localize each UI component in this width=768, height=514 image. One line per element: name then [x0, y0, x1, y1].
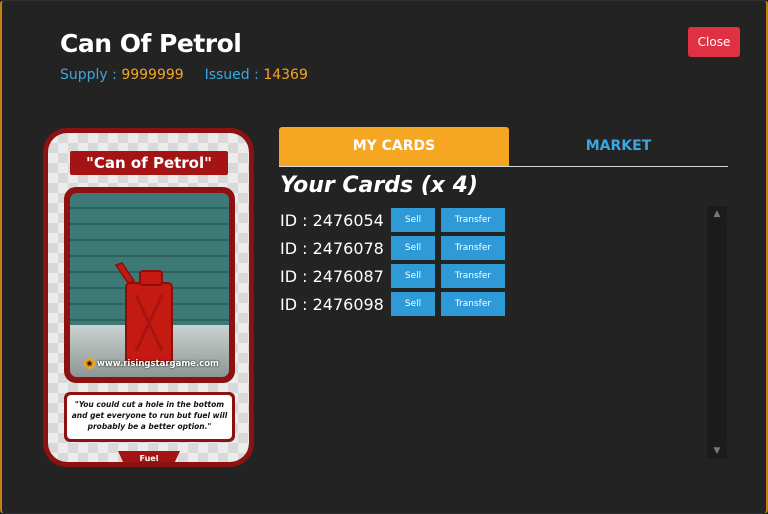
card-id: ID : 2476054: [280, 210, 384, 230]
card-detail-modal: Can Of Petrol Supply : 9999999 Issued : …: [0, 0, 768, 514]
card-id: ID : 2476087: [280, 266, 384, 286]
watermark: ★ www.risingstargame.com: [84, 358, 219, 369]
sell-button[interactable]: Sell: [391, 208, 435, 232]
card-face: "Can of Petrol" ★ www.risingstargame.com …: [48, 133, 249, 462]
sell-button[interactable]: Sell: [391, 292, 435, 316]
card-id: ID : 2476098: [280, 294, 384, 314]
list-item: ID : 2476054 Sell Transfer: [280, 206, 708, 234]
sell-button[interactable]: Sell: [391, 236, 435, 260]
tab-my-cards[interactable]: MY CARDS: [279, 127, 509, 166]
list-item: ID : 2476098 Sell Transfer: [280, 290, 708, 318]
transfer-button[interactable]: Transfer: [441, 236, 505, 260]
transfer-button[interactable]: Transfer: [441, 292, 505, 316]
card-id: ID : 2476078: [280, 238, 384, 258]
card-stats: Supply : 9999999 Issued : 14369: [60, 67, 308, 83]
list-item: ID : 2476087 Sell Transfer: [280, 262, 708, 290]
tab-bar: MY CARDS MARKET: [279, 127, 728, 167]
card-quote-frame: "You could cut a hole in the bottom and …: [64, 392, 235, 442]
card-name-banner: "Can of Petrol": [70, 151, 228, 175]
card-image-frame: ★ www.risingstargame.com: [64, 187, 235, 383]
list-item: ID : 2476078 Sell Transfer: [280, 234, 708, 262]
transfer-button[interactable]: Transfer: [441, 264, 505, 288]
close-button[interactable]: Close: [688, 27, 740, 57]
card-title: Can Of Petrol: [60, 29, 242, 58]
supply-label: Supply :: [60, 67, 122, 83]
issued-label: Issued :: [204, 67, 264, 83]
scroll-up-icon[interactable]: ▲: [707, 206, 727, 222]
watermark-text: www.risingstargame.com: [97, 359, 219, 369]
your-cards-heading: Your Cards (x 4): [280, 173, 478, 198]
transfer-button[interactable]: Transfer: [441, 208, 505, 232]
card-type-banner: Fuel: [118, 451, 180, 462]
petrol-can-icon: [114, 262, 173, 364]
card-quote: "You could cut a hole in the bottom and …: [67, 395, 232, 439]
card-photo: ★ www.risingstargame.com: [70, 193, 229, 377]
card-artwork: "Can of Petrol" ★ www.risingstargame.com …: [43, 128, 254, 467]
scroll-down-icon[interactable]: ▼: [707, 443, 727, 459]
supply-value: 9999999: [121, 67, 184, 83]
issued-value: 14369: [263, 67, 308, 83]
sell-button[interactable]: Sell: [391, 264, 435, 288]
owned-card-list: ID : 2476054 Sell Transfer ID : 2476078 …: [280, 206, 708, 318]
list-scrollbar[interactable]: ▲ ▼: [707, 206, 727, 459]
star-icon: ★: [84, 358, 95, 369]
tab-market[interactable]: MARKET: [509, 127, 728, 166]
